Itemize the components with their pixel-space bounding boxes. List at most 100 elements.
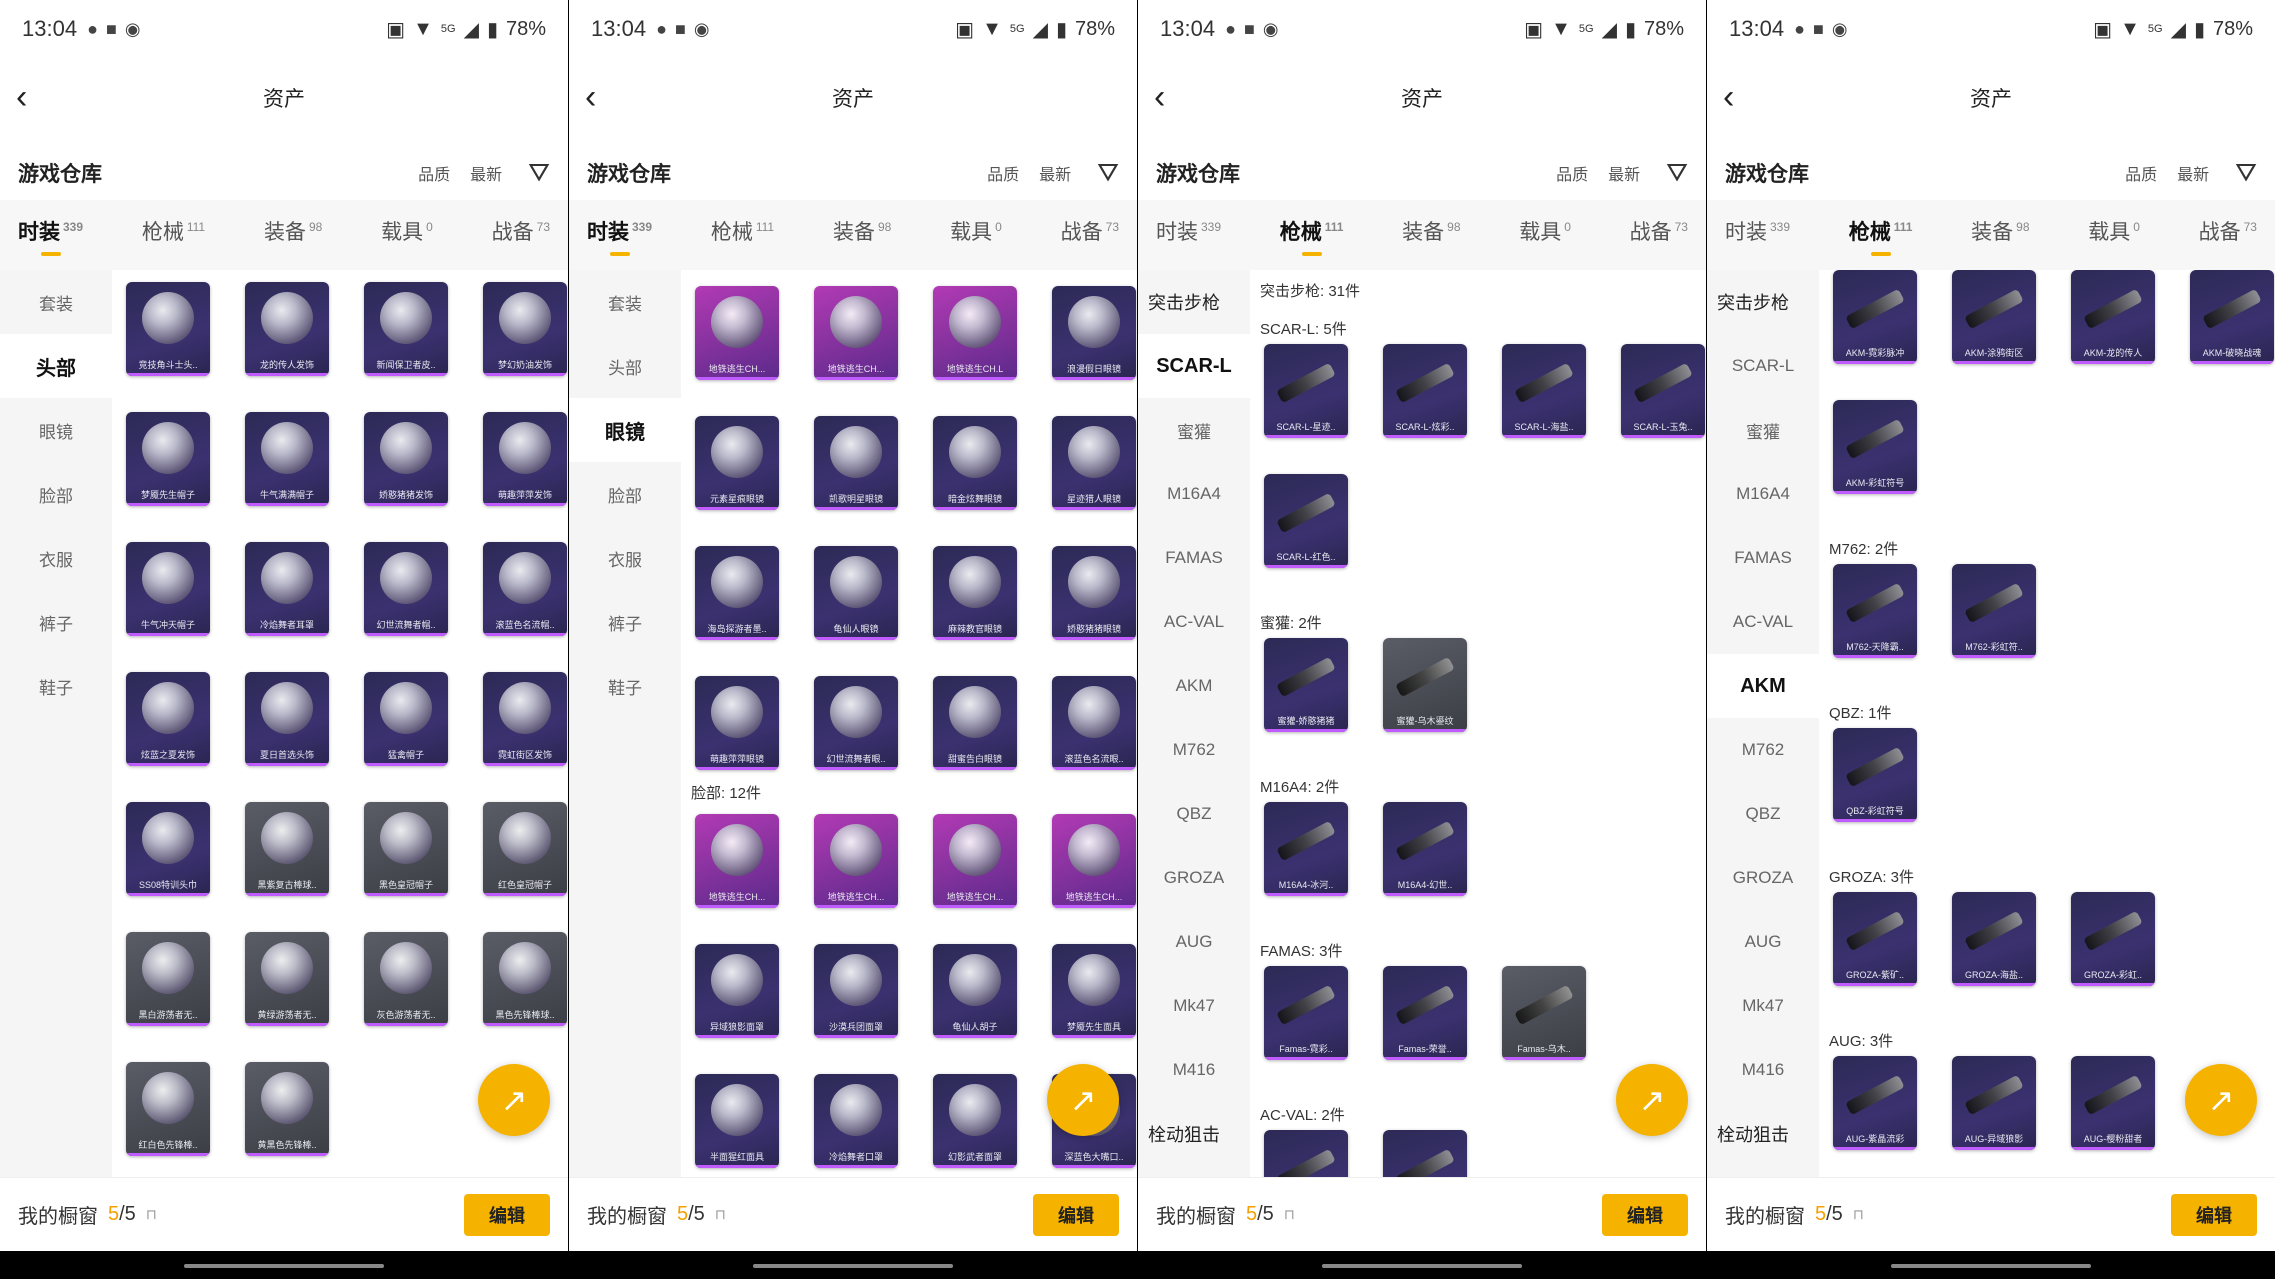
sidebar-weapon-item[interactable]: SCAR-L: [1707, 334, 1819, 398]
item-tile[interactable]: 地铁逃生CH.L: [933, 286, 1017, 380]
tab-2[interactable]: 装备 98: [1971, 216, 2029, 254]
tab-3[interactable]: 载具 0: [950, 216, 1002, 254]
tab-2[interactable]: 装备 98: [1402, 216, 1460, 254]
sidebar-item[interactable]: 衣服: [569, 526, 681, 590]
item-tile[interactable]: 灰色游荡者无..: [364, 932, 448, 1026]
item-tile[interactable]: 幻影武者面罩: [933, 1074, 1017, 1168]
item-tile[interactable]: GROZA-海盐..: [1952, 892, 2036, 986]
item-tile[interactable]: 萌趣萍萍眼镜: [695, 676, 779, 770]
item-tile[interactable]: AKM-涂鸦街区: [1952, 270, 2036, 364]
tab-0[interactable]: 时装 339: [587, 216, 652, 256]
share-fab-icon[interactable]: ↗: [2185, 1064, 2257, 1136]
sidebar-weapon-item[interactable]: GROZA: [1707, 846, 1819, 910]
item-tile[interactable]: QBZ-彩虹符号: [1833, 728, 1917, 822]
tab-2[interactable]: 装备 98: [264, 216, 322, 254]
item-tile[interactable]: GROZA-彩虹..: [2071, 892, 2155, 986]
sidebar-weapon-item[interactable]: AUG: [1707, 910, 1819, 974]
edit-button[interactable]: 编辑: [1033, 1193, 1119, 1236]
item-tile[interactable]: 地铁逃生CH...: [814, 814, 898, 908]
item-tile[interactable]: AUG-樱粉甜者: [2071, 1056, 2155, 1150]
sidebar-item[interactable]: 眼镜: [0, 398, 112, 462]
sidebar-weapon-item[interactable]: 蜜獾: [1138, 398, 1250, 462]
item-tile[interactable]: 滚蓝色名流眼..: [1052, 676, 1136, 770]
item-tile[interactable]: Famas-乌木..: [1502, 966, 1586, 1060]
item-tile[interactable]: 娇憨猪猪眼镜: [1052, 546, 1136, 640]
item-tile[interactable]: 麻辣教官眼镜: [933, 546, 1017, 640]
sort-quality[interactable]: 品质: [987, 161, 1019, 185]
item-tile[interactable]: 黑紫复古棒球..: [245, 802, 329, 896]
item-tile[interactable]: 幻世流舞者帽..: [364, 542, 448, 636]
item-tile[interactable]: AKM-破晓战魂: [2190, 270, 2274, 364]
share-fab-icon[interactable]: ↗: [1616, 1064, 1688, 1136]
item-tile[interactable]: SCAR-L-炫彩..: [1383, 344, 1467, 438]
sidebar-item[interactable]: 脸部: [0, 462, 112, 526]
sidebar-group-sniper[interactable]: 栓动狙击: [1138, 1102, 1250, 1166]
item-tile[interactable]: 元素星痕眼镜: [695, 416, 779, 510]
edit-button[interactable]: 编辑: [464, 1193, 550, 1236]
item-tile[interactable]: 梦魇先生帽子: [126, 412, 210, 506]
sidebar-weapon-item[interactable]: SCAR-L: [1138, 334, 1250, 398]
item-tile[interactable]: 蜜獾-娇憨猪猪: [1264, 638, 1348, 732]
tab-1[interactable]: 枪械 111: [1849, 216, 1912, 256]
item-tile[interactable]: 霓虹街区发饰: [483, 672, 567, 766]
sidebar-weapon-item[interactable]: AUG: [1138, 910, 1250, 974]
sidebar-item[interactable]: 脸部: [569, 462, 681, 526]
item-tile[interactable]: AUG-异域狼影: [1952, 1056, 2036, 1150]
item-tile[interactable]: M762-彩虹符..: [1952, 564, 2036, 658]
item-tile[interactable]: 龙的传人发饰: [245, 282, 329, 376]
item-tile[interactable]: 异域狼影面罩: [695, 944, 779, 1038]
item-tile[interactable]: GROZA-紫矿..: [1833, 892, 1917, 986]
filter-icon[interactable]: ⛛: [1097, 157, 1119, 189]
sidebar-item[interactable]: 裤子: [0, 590, 112, 654]
item-tile[interactable]: 龟仙人眼镜: [814, 546, 898, 640]
tab-4[interactable]: 战备 73: [492, 216, 550, 254]
sidebar-item[interactable]: 鞋子: [0, 654, 112, 718]
tab-3[interactable]: 载具 0: [1519, 216, 1571, 254]
item-tile[interactable]: 梦幻奶油发饰: [483, 282, 567, 376]
sidebar-item[interactable]: 头部: [0, 334, 112, 398]
item-tile[interactable]: 地铁逃生CH...: [933, 814, 1017, 908]
item-tile[interactable]: SCAR-L-海盐..: [1502, 344, 1586, 438]
item-tile[interactable]: 滚蓝色名流帽..: [483, 542, 567, 636]
sidebar-weapon-item[interactable]: FAMAS: [1707, 526, 1819, 590]
item-tile[interactable]: SCAR-L-玉兔..: [1621, 344, 1705, 438]
item-tile[interactable]: 黄绿游荡者无..: [245, 932, 329, 1026]
back-icon[interactable]: ‹: [1723, 80, 1734, 114]
sidebar-weapon-item[interactable]: GROZA: [1138, 846, 1250, 910]
tab-0[interactable]: 时装 339: [1725, 216, 1790, 254]
item-tile[interactable]: M762-天降霸..: [1833, 564, 1917, 658]
sidebar-weapon-item[interactable]: M16A4: [1138, 462, 1250, 526]
filter-icon[interactable]: ⛛: [2235, 157, 2257, 189]
sort-newest[interactable]: 最新: [2177, 161, 2209, 185]
item-tile[interactable]: AKM-霓彩脉冲: [1833, 270, 1917, 364]
sidebar-weapon-item[interactable]: M416: [1138, 1038, 1250, 1102]
filter-icon[interactable]: ⛛: [528, 157, 550, 189]
item-tile[interactable]: AUG-紫晶流彩: [1833, 1056, 1917, 1150]
sort-newest[interactable]: 最新: [1608, 161, 1640, 185]
sort-newest[interactable]: 最新: [470, 161, 502, 185]
sidebar-weapon-item[interactable]: AC-VAL: [1138, 590, 1250, 654]
item-tile[interactable]: 海岛探游者墨..: [695, 546, 779, 640]
sidebar-weapon-item[interactable]: AKM: [1138, 654, 1250, 718]
sidebar-weapon-item[interactable]: M762: [1707, 718, 1819, 782]
item-tile[interactable]: AKM-彩虹符号: [1833, 400, 1917, 494]
item-tile[interactable]: 炫蓝之夏发饰: [126, 672, 210, 766]
sidebar-item[interactable]: 裤子: [569, 590, 681, 654]
share-fab-icon[interactable]: ↗: [478, 1064, 550, 1136]
item-tile[interactable]: 黄黑色先锋棒..: [245, 1062, 329, 1156]
sidebar-weapon-item[interactable]: M416: [1707, 1038, 1819, 1102]
item-tile[interactable]: 红色皇冠帽子: [483, 802, 567, 896]
item-tile[interactable]: 浪漫假日眼镜: [1052, 286, 1136, 380]
item-tile[interactable]: 龟仙人胡子: [933, 944, 1017, 1038]
sidebar-weapon-item[interactable]: Mk47: [1138, 974, 1250, 1038]
item-tile[interactable]: 黑色先锋棒球..: [483, 932, 567, 1026]
item-tile[interactable]: M16A4-冰河..: [1264, 802, 1348, 896]
tab-4[interactable]: 战备 73: [2199, 216, 2257, 254]
sort-quality[interactable]: 品质: [418, 161, 450, 185]
item-tile[interactable]: SCAR-L-红色..: [1264, 474, 1348, 568]
item-tile[interactable]: 半面猩红面具: [695, 1074, 779, 1168]
sidebar-item[interactable]: 鞋子: [569, 654, 681, 718]
back-icon[interactable]: ‹: [16, 80, 27, 114]
sidebar-item[interactable]: 套装: [0, 270, 112, 334]
sidebar-weapon-item[interactable]: QBZ: [1707, 782, 1819, 846]
